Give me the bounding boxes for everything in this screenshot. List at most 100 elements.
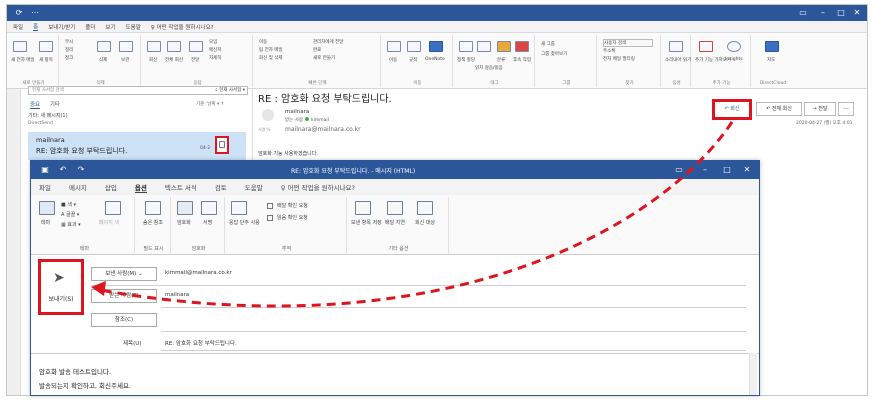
quickstep-team-email[interactable]: 팀 전자 메일	[259, 47, 283, 53]
quickstep-done[interactable]: 완료	[313, 47, 321, 53]
list-item-selected[interactable]: mailnara RE: 암호화 요청 부탁드립니다. 04-2	[28, 132, 246, 160]
voting-icon[interactable]	[231, 201, 247, 215]
undo-icon[interactable]: ↶	[55, 164, 71, 176]
delete-icon[interactable]	[97, 41, 111, 52]
minimize-icon[interactable]: –	[815, 7, 831, 19]
insights-icon[interactable]	[727, 41, 741, 52]
tab-send-receive[interactable]: 보내기/받기	[48, 23, 75, 31]
tab-view[interactable]: 보기	[105, 23, 115, 31]
tab-message[interactable]: 메시지	[69, 182, 87, 192]
junk-button[interactable]: 정크	[65, 55, 73, 61]
quickstep-to-manager[interactable]: 관리자에게 전달	[313, 39, 343, 45]
tell-me-box[interactable]: ♀ 어떤 작업을 원하시나요?	[151, 23, 214, 31]
delivery-receipt-checkbox[interactable]	[267, 203, 273, 209]
address-book-button[interactable]: 주소록	[603, 48, 615, 54]
more-respond-button[interactable]: 자세히	[209, 55, 221, 61]
read-receipt-checkbox[interactable]	[267, 215, 273, 221]
tab-insert[interactable]: 삽입	[105, 182, 117, 192]
quickstep-move[interactable]: 이동	[259, 39, 267, 45]
maximize-icon[interactable]: □	[833, 7, 849, 19]
redo-icon[interactable]: ↷	[73, 164, 89, 176]
delay-delivery-icon[interactable]	[387, 201, 403, 215]
ribbon-display-icon[interactable]: ▭	[671, 164, 687, 176]
filter-other[interactable]: 기타	[50, 102, 60, 108]
quickstep-create-new[interactable]: 새로 만들기	[313, 55, 335, 61]
new-items-icon[interactable]	[39, 41, 53, 52]
archive-icon[interactable]	[119, 41, 133, 52]
tab-review[interactable]: 검토	[215, 182, 227, 192]
directcloud-icon[interactable]	[765, 41, 779, 52]
search-scope-dropdown[interactable]: ⌕ 현재 사서함 ▾	[215, 87, 245, 95]
unread-icon[interactable]	[477, 41, 491, 52]
tab-help[interactable]: 도움말	[126, 23, 141, 31]
sort-dropdown[interactable]: 기준: 날짜 ▾ ↑	[196, 101, 224, 107]
body-scrollbar[interactable]	[749, 353, 757, 395]
bcc-icon[interactable]	[145, 201, 161, 215]
subject-field[interactable]: RE: 암호화 요청 부탁드립니다.	[165, 339, 237, 347]
forward-button[interactable]: → 전달	[804, 102, 836, 116]
theme-icon[interactable]	[39, 201, 55, 215]
tab-options[interactable]: 옵션	[134, 182, 147, 193]
browse-groups-button[interactable]: 그룹 찾아보기	[541, 51, 567, 57]
from-value[interactable]: kimmail@mailnara.co.kr	[165, 270, 232, 276]
tab-folder[interactable]: 폴더	[85, 23, 95, 31]
reply-button-highlighted[interactable]: ↶ 회신	[712, 99, 752, 120]
refresh-icon[interactable]: ⟳	[11, 7, 27, 19]
move-icon[interactable]	[387, 41, 401, 52]
ribbon-display-icon[interactable]: ▭	[795, 7, 811, 19]
to-button[interactable]: 받는 사람(T)	[91, 289, 157, 303]
tab-file[interactable]: 파일	[39, 182, 51, 192]
filter-focused[interactable]: 중요	[30, 102, 41, 109]
minimize-icon[interactable]: –	[697, 164, 713, 176]
encrypt-lock-highlight[interactable]	[215, 136, 229, 154]
save-icon[interactable]: ▣	[37, 164, 53, 176]
maximize-icon[interactable]: □	[719, 164, 735, 176]
sign-icon[interactable]	[201, 201, 217, 215]
rules-icon[interactable]	[407, 41, 421, 52]
forward-icon[interactable]	[189, 41, 203, 52]
message-body[interactable]: 암호화 발송 테스트입니다. 발송되는지 확인하고, 회신주세요.	[31, 353, 759, 395]
mailbox-search-input[interactable]: 현재 사서함 검색 ⌕ 현재 사서함 ▾	[28, 86, 248, 95]
page-color-icon[interactable]	[105, 201, 121, 215]
close-icon[interactable]: ✕	[849, 7, 865, 19]
colors-button[interactable]: ■ 색 ▾	[61, 201, 76, 208]
effects-button[interactable]: ▦ 효과 ▾	[61, 221, 81, 228]
to-field[interactable]: mailnara	[165, 292, 189, 298]
reply-icon[interactable]	[147, 41, 161, 52]
tell-me-box[interactable]: ♀ 어떤 작업을 원하시나요?	[281, 182, 355, 192]
reading-to-name[interactable]: kimmail	[311, 118, 329, 123]
cc-button[interactable]: 참조(C)	[91, 313, 157, 327]
new-group-button[interactable]: 새 그룹	[541, 41, 555, 47]
reply-all-button[interactable]: ↶ 전체 회신	[756, 102, 802, 116]
im-button[interactable]: 메신저	[209, 47, 221, 53]
fonts-button[interactable]: A 글꼴 ▾	[61, 211, 79, 218]
send-button-highlighted[interactable]: ➤ 보내기(S)	[38, 259, 84, 315]
assign-policy-icon[interactable]	[459, 41, 473, 52]
cleanup-button[interactable]: 정리	[65, 47, 73, 53]
meeting-button[interactable]: 모임	[209, 39, 217, 45]
reply-all-icon[interactable]	[167, 41, 181, 52]
more-actions-button[interactable]: ...	[838, 102, 854, 116]
from-button[interactable]: 보낸 사람(M) ⌄	[91, 267, 157, 281]
tab-format-text[interactable]: 텍스트 서식	[165, 182, 197, 192]
direct-replies-icon[interactable]	[417, 201, 433, 215]
left-nav-strip[interactable]	[7, 89, 21, 395]
onenote-icon[interactable]	[429, 41, 443, 52]
list-item-other[interactable]: 기타: 새 메시지(1) DirectSend	[28, 112, 246, 130]
get-addins-icon[interactable]	[699, 41, 713, 52]
tab-help[interactable]: 도움말	[245, 182, 263, 192]
categorize-icon[interactable]	[497, 41, 511, 52]
tab-file[interactable]: 파일	[13, 23, 23, 31]
read-aloud-icon[interactable]	[669, 41, 683, 52]
filter-email-button[interactable]: 전자 메일 필터링	[603, 56, 635, 62]
quick-access-icon[interactable]: ⋯	[27, 7, 43, 19]
reading-sender[interactable]: mailnara	[285, 109, 309, 115]
quickstep-reply-delete[interactable]: 회신 및 삭제	[259, 55, 283, 61]
ignore-button[interactable]: 무시	[65, 39, 73, 45]
follow-up-icon[interactable]	[515, 41, 529, 52]
new-email-icon[interactable]	[13, 41, 27, 52]
search-people-input[interactable]: 사용자 검색	[603, 39, 653, 47]
tab-home[interactable]: 홈	[33, 22, 39, 31]
encrypt-lock-icon[interactable]	[177, 201, 193, 215]
close-icon[interactable]: ✕	[739, 164, 755, 176]
